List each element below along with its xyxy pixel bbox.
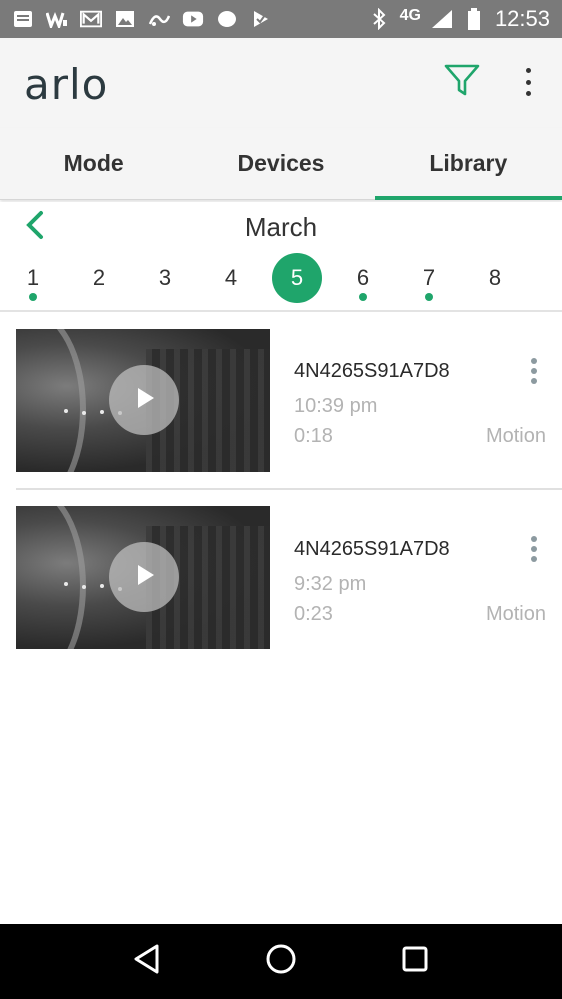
recording-item[interactable]: 4N4265S91A7D8 10:39 pm 0:18 Motion [0,312,562,490]
image-icon [114,9,136,29]
bluetooth-icon [368,8,390,30]
recording-menu-button[interactable] [524,534,544,564]
youtube-icon [182,9,204,29]
filter-button[interactable] [442,62,482,102]
recording-duration: 0:18 [294,425,333,447]
play-icon [129,383,159,418]
recents-button[interactable] [395,942,435,982]
video-thumbnail[interactable] [16,329,270,472]
home-circle-icon [265,943,297,980]
play-icon [129,560,159,595]
back-button[interactable] [127,942,167,982]
recording-item[interactable]: 4N4265S91A7D8 9:32 pm 0:23 Motion [0,490,562,668]
recents-square-icon [401,945,429,978]
back-triangle-icon [132,943,162,980]
recording-indicator [359,293,367,301]
status-bar: 4G 12:53 [0,0,562,38]
more-vert-icon [531,358,537,364]
tab-library[interactable]: Library [374,128,562,200]
recording-time: 10:39 pm [294,395,378,417]
trigger-type: Motion [485,603,546,625]
month-label: March [244,212,318,242]
recording-menu-button[interactable] [524,356,544,386]
overflow-menu-button[interactable] [514,64,542,100]
date-picker: March 1 2 3 4 5 6 7 8 [0,202,562,312]
home-button[interactable] [261,942,301,982]
recording-time: 9:32 pm [294,573,367,595]
filter-icon [444,63,480,102]
day-5[interactable]: 5 [272,253,322,303]
system-navigation-bar [0,924,562,999]
w-app-icon [46,9,68,29]
video-thumbnail[interactable] [16,506,270,649]
signal-app-icon [148,9,170,29]
arlo-logo: arlo [24,60,109,109]
play-button[interactable] [109,365,179,435]
battery-icon [463,8,485,30]
day-8[interactable]: 8 [470,253,520,303]
notification-icons [12,9,272,29]
day-4[interactable]: 4 [206,253,256,303]
device-name: 4N4265S91A7D8 [294,360,450,382]
app-bar: arlo [0,38,562,128]
play-button[interactable] [109,542,179,612]
cell-signal-icon [431,9,453,29]
mail-icon [80,9,102,29]
day-3[interactable]: 3 [140,253,190,303]
device-name: 4N4265S91A7D8 [294,538,450,560]
notes-icon [12,9,34,29]
tab-bar: Mode Devices Library [0,128,562,200]
trigger-type: Motion [485,425,546,447]
day-2[interactable]: 2 [74,253,124,303]
recording-duration: 0:23 [294,603,333,625]
more-vert-icon [531,536,537,542]
clock: 12:53 [494,6,550,31]
network-type: 4G [399,7,421,24]
system-icons: 4G 12:53 [368,6,550,32]
recording-indicator [29,293,37,301]
recording-indicator [425,293,433,301]
circle-icon [216,9,238,29]
tab-mode[interactable]: Mode [0,128,187,199]
more-vert-icon [525,68,531,73]
check-app-icon [250,9,272,29]
tab-devices[interactable]: Devices [187,128,374,199]
